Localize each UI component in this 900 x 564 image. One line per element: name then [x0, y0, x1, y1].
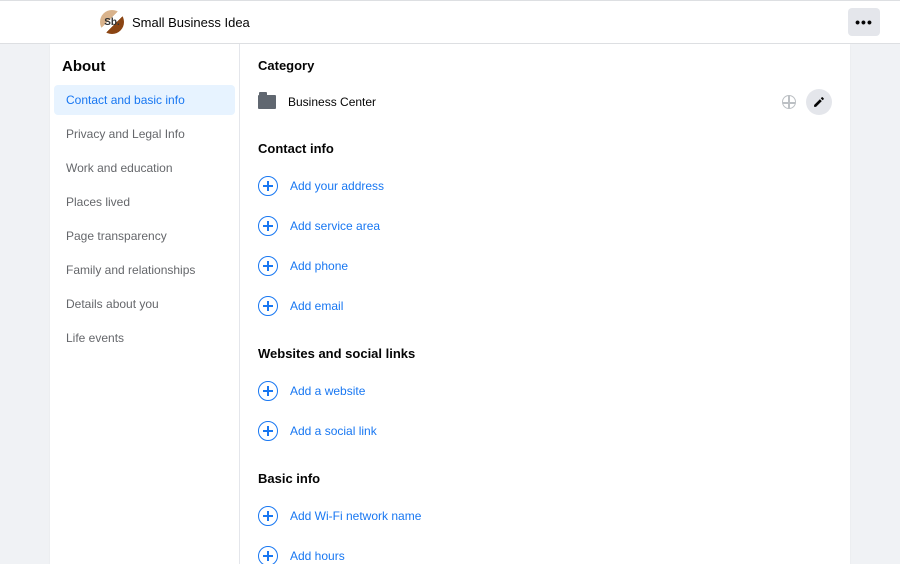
sidebar-heading: About — [50, 54, 239, 85]
add-email-button[interactable]: Add email — [258, 286, 832, 326]
main-panel: Category Business Center Contact info Ad… — [240, 44, 850, 564]
add-label: Add Wi-Fi network name — [290, 509, 421, 523]
sidebar-item-page-transparency[interactable]: Page transparency — [54, 221, 235, 251]
plus-icon — [258, 506, 278, 526]
plus-icon — [258, 296, 278, 316]
plus-icon — [258, 256, 278, 276]
add-label: Add phone — [290, 259, 348, 273]
add-wifi-button[interactable]: Add Wi-Fi network name — [258, 496, 832, 536]
sidebar-item-details-about-you[interactable]: Details about you — [54, 289, 235, 319]
sidebar-item-contact-basic[interactable]: Contact and basic info — [54, 85, 235, 115]
section-title-websites: Websites and social links — [258, 346, 832, 361]
plus-icon — [258, 421, 278, 441]
page-title[interactable]: Small Business Idea — [132, 15, 250, 30]
add-social-link-button[interactable]: Add a social link — [258, 411, 832, 451]
edit-category-button[interactable] — [806, 89, 832, 115]
pencil-icon — [812, 95, 826, 109]
add-label: Add service area — [290, 219, 380, 233]
sidebar: About Contact and basic info Privacy and… — [50, 44, 240, 564]
plus-icon — [258, 546, 278, 564]
more-options-button[interactable]: ••• — [848, 8, 880, 36]
add-phone-button[interactable]: Add phone — [258, 246, 832, 286]
folder-icon — [258, 95, 276, 109]
plus-icon — [258, 381, 278, 401]
plus-icon — [258, 216, 278, 236]
section-title-contact-info: Contact info — [258, 141, 832, 156]
add-website-button[interactable]: Add a website — [258, 371, 832, 411]
plus-icon — [258, 176, 278, 196]
sidebar-item-family-relationships[interactable]: Family and relationships — [54, 255, 235, 285]
sidebar-item-work-education[interactable]: Work and education — [54, 153, 235, 183]
content-container: About Contact and basic info Privacy and… — [50, 44, 850, 564]
page-avatar[interactable]: Sb. — [100, 10, 124, 34]
add-label: Add email — [290, 299, 343, 313]
section-title-category: Category — [258, 58, 832, 73]
category-value: Business Center — [288, 95, 782, 109]
top-bar: Sb. Small Business Idea ••• — [0, 0, 900, 44]
add-hours-button[interactable]: Add hours — [258, 536, 832, 564]
add-label: Add a website — [290, 384, 365, 398]
sidebar-item-places-lived[interactable]: Places lived — [54, 187, 235, 217]
add-address-button[interactable]: Add your address — [258, 166, 832, 206]
add-label: Add hours — [290, 549, 345, 563]
privacy-public-icon[interactable] — [782, 95, 796, 109]
sidebar-item-privacy-legal[interactable]: Privacy and Legal Info — [54, 119, 235, 149]
sidebar-item-life-events[interactable]: Life events — [54, 323, 235, 353]
add-label: Add your address — [290, 179, 384, 193]
add-service-area-button[interactable]: Add service area — [258, 206, 832, 246]
category-row: Business Center — [258, 83, 832, 121]
section-title-basic-info: Basic info — [258, 471, 832, 486]
add-label: Add a social link — [290, 424, 377, 438]
